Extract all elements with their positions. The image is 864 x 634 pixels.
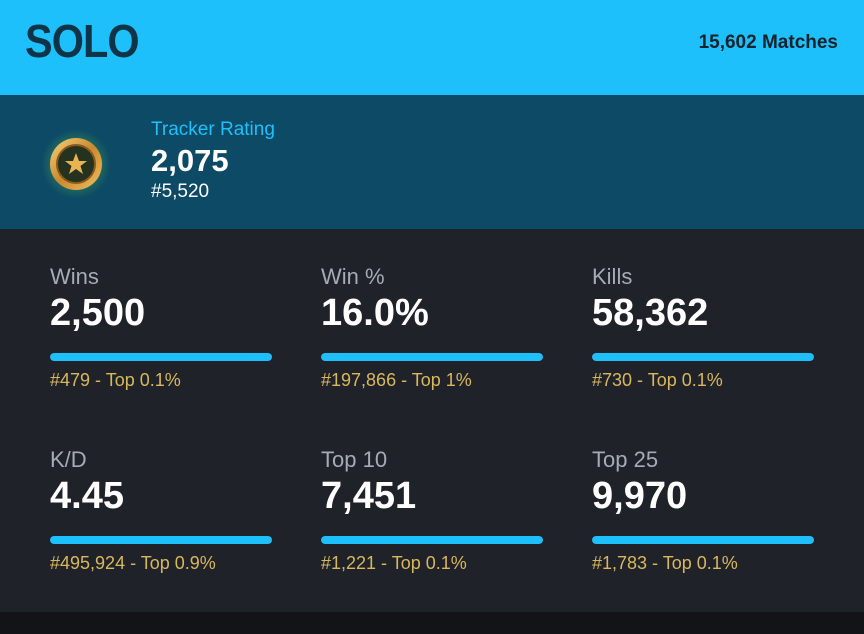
- stat-rank: #479 - Top 0.1%: [50, 370, 181, 390]
- stat-value: 4.45: [50, 475, 124, 517]
- stat-progress-bar: [321, 353, 543, 361]
- stat-rank: #197,866 - Top 1%: [321, 370, 472, 390]
- stat-progress-fill: [592, 353, 814, 361]
- stat-progress-fill: [50, 353, 272, 361]
- stat-value: 7,451: [321, 475, 417, 517]
- stat-progress-fill: [592, 536, 814, 544]
- stat-value: 9,970: [592, 475, 688, 517]
- stat-label: Kills: [592, 264, 633, 289]
- stat-label: K/D: [50, 447, 87, 472]
- mode-title: SOLO: [25, 15, 140, 67]
- stat-progress-fill: [321, 536, 543, 544]
- tracker-rating-rank: #5,520: [151, 181, 210, 202]
- matches-count: 15,602 Matches: [698, 32, 838, 53]
- tracker-rating-value: 2,075: [151, 143, 229, 178]
- stat-rank: #730 - Top 0.1%: [592, 370, 723, 390]
- stat-label: Top 10: [321, 447, 388, 472]
- stat-value: 58,362: [592, 292, 709, 334]
- stat-rank: #1,221 - Top 0.1%: [321, 553, 467, 573]
- stat-progress-bar: [592, 536, 814, 544]
- stat-progress-bar: [592, 353, 814, 361]
- stat-value: 2,500: [50, 292, 146, 334]
- tracker-rating-label: Tracker Rating: [151, 119, 275, 140]
- stat-progress-fill: [321, 353, 543, 361]
- stat-progress-bar: [50, 536, 272, 544]
- stat-progress-fill: [50, 536, 272, 544]
- tracker-rating-panel: [0, 95, 864, 229]
- stat-progress-bar: [321, 536, 543, 544]
- stat-value: 16.0%: [321, 292, 429, 334]
- stat-label: Win %: [321, 264, 385, 289]
- stat-label: Wins: [50, 264, 99, 289]
- stat-progress-bar: [50, 353, 272, 361]
- star-medal-icon: [41, 129, 111, 199]
- stat-rank: #495,924 - Top 0.9%: [50, 553, 216, 573]
- stat-rank: #1,783 - Top 0.1%: [592, 553, 738, 573]
- mode-header: SOLO 15,602 Matches: [0, 0, 864, 95]
- footer-strip: [0, 612, 864, 634]
- stat-label: Top 25: [592, 447, 659, 472]
